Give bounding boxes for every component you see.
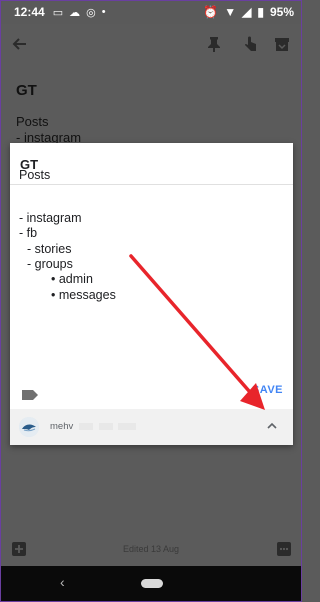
archive-icon[interactable] (272, 34, 292, 54)
dialog-divider (10, 184, 293, 185)
note-preview-dialog: GT Posts Posts - instagram - fb - storie… (10, 143, 293, 445)
collaborator-bar[interactable]: mehv (10, 409, 293, 445)
reminder-touch-icon[interactable] (240, 34, 260, 54)
body-line: - fb (19, 226, 38, 240)
alarm-icon: ⏰ (203, 5, 219, 19)
status-time: 12:44 (14, 5, 45, 19)
system-nav-bar: ‹ (0, 566, 302, 602)
body-line: • messages (51, 288, 116, 302)
body-line: - instagram (19, 211, 82, 225)
redacted-block (78, 422, 93, 430)
signal-icon: ◢ (242, 5, 252, 19)
edited-timestamp: Edited 13 Aug (122, 544, 180, 554)
dot-icon: • (101, 6, 106, 18)
label-icon[interactable] (22, 387, 38, 400)
redacted-block (98, 422, 113, 430)
message-icon: ▭ (52, 6, 64, 19)
owner-name: mehv (50, 421, 137, 432)
note-bottom-bar: Edited 13 Aug (0, 534, 302, 566)
nav-back-icon[interactable]: ‹ (60, 574, 65, 590)
cloud-icon: ☁ (69, 6, 81, 19)
chrome-icon: ◎ (86, 6, 96, 19)
battery-level: 95% (269, 5, 294, 19)
body-line: - stories (27, 242, 72, 256)
body-line: - groups (27, 257, 73, 271)
status-right: ⏰ ▼ ◢ ▮ 95% (203, 0, 294, 24)
home-pill[interactable] (141, 579, 163, 588)
more-options-icon[interactable] (277, 542, 291, 556)
wifi-icon: ▼ (224, 5, 237, 19)
body-line: Posts (19, 168, 51, 182)
owner-name-text: mehv (50, 421, 74, 432)
avatar (19, 417, 39, 437)
save-button[interactable]: SAVE (252, 384, 283, 396)
back-arrow-icon[interactable] (10, 34, 30, 54)
notification-icons: ▭ ☁ ◎ • (53, 6, 106, 19)
background-note-title: GT (16, 82, 37, 99)
body-line: • admin (51, 272, 93, 286)
battery-icon: ▮ (257, 5, 264, 19)
pin-icon[interactable] (204, 34, 224, 54)
note-toolbar (0, 24, 302, 64)
chevron-up-icon[interactable] (265, 419, 279, 433)
status-bar: 12:44 ▭ ☁ ◎ • ⏰ ▼ ◢ ▮ 95% (0, 0, 302, 24)
redacted-block (118, 422, 137, 430)
background-note-line: Posts (16, 114, 49, 129)
background-note-body: Posts - instagram (16, 114, 81, 146)
